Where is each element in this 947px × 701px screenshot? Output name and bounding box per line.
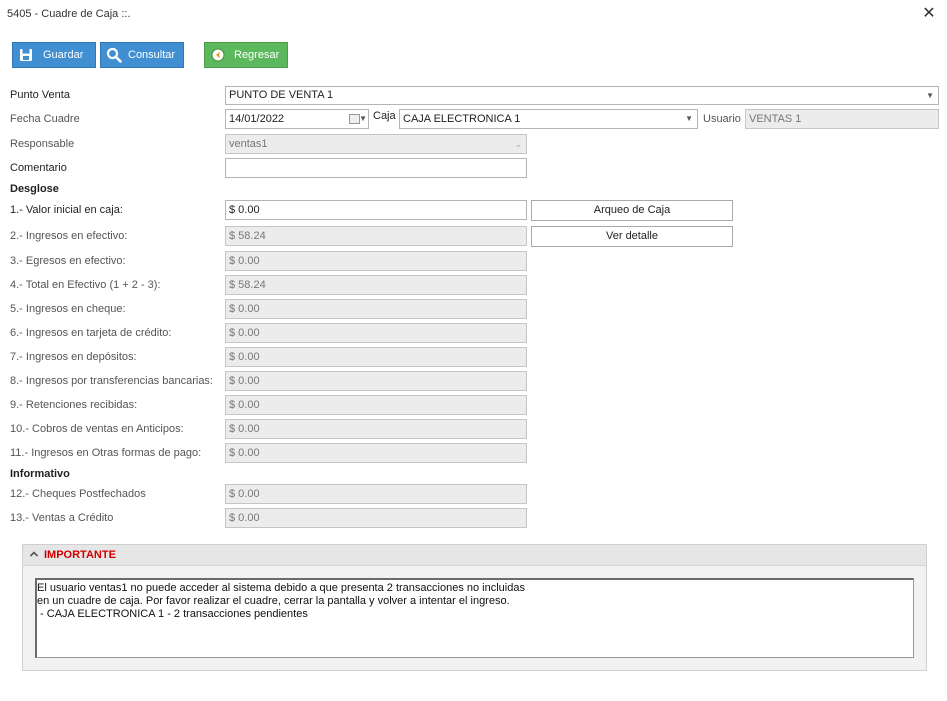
- responsable-label: Responsable: [10, 138, 75, 150]
- floppy-disk-icon: [13, 43, 39, 67]
- caja-value: CAJA ELECTRONICA 1: [403, 113, 521, 125]
- depositos-value: $ 0.00: [229, 351, 260, 363]
- query-button-label: Consultar: [128, 49, 176, 61]
- usuario-field: VENTAS 1: [745, 109, 939, 129]
- punto-venta-select[interactable]: PUNTO DE VENTA 1 ▼: [225, 86, 939, 105]
- search-icon: [101, 43, 127, 67]
- transferencias-field: $ 0.00: [225, 371, 527, 391]
- important-message-line: - CAJA ELECTRONICA 1 - 2 transacciones p…: [37, 608, 308, 620]
- total-efectivo-field: $ 58.24: [225, 275, 527, 295]
- informativo-heading: Informativo: [10, 468, 70, 480]
- comentario-input[interactable]: [225, 158, 527, 178]
- desglose-label-9: 9.- Retenciones recibidas:: [10, 399, 138, 411]
- desglose-label-10: 10.- Cobros de ventas en Anticipos:: [10, 423, 184, 435]
- chevron-down-icon: ▼: [685, 114, 693, 123]
- desglose-label-11: 11.- Ingresos en Otras formas de pago:: [10, 447, 202, 459]
- important-panel: IMPORTANTE El usuario ventas1 no puede a…: [22, 544, 927, 671]
- important-message-line: El usuario ventas1 no puede acceder al s…: [37, 582, 525, 594]
- informativo-label-13: 13.- Ventas a Crédito: [10, 512, 114, 524]
- desglose-label-7: 7.- Ingresos en depósitos:: [10, 351, 137, 363]
- responsable-value: ventas1: [229, 138, 268, 150]
- responsable-select: ventas1 ⌄: [225, 134, 527, 154]
- chevron-down-icon: ▼: [926, 91, 934, 100]
- anticipos-field: $ 0.00: [225, 419, 527, 439]
- back-arrow-icon: [205, 43, 231, 67]
- tarjeta-credito-field: $ 0.00: [225, 323, 527, 343]
- total-efectivo-value: $ 58.24: [229, 279, 266, 291]
- ventas-credito-field: $ 0.00: [225, 508, 527, 528]
- save-button-label: Guardar: [43, 49, 84, 61]
- retenciones-value: $ 0.00: [229, 399, 260, 411]
- caja-select[interactable]: CAJA ELECTRONICA 1 ▼: [399, 109, 698, 129]
- ingresos-efectivo-value: $ 58.24: [229, 230, 266, 242]
- fecha-input[interactable]: 14/01/2022 ▼: [225, 109, 369, 129]
- anticipos-value: $ 0.00: [229, 423, 260, 435]
- informativo-label-12: 12.- Cheques Postfechados: [10, 488, 146, 500]
- save-button[interactable]: Guardar: [12, 42, 96, 68]
- valor-inicial-value: $ 0.00: [229, 204, 260, 216]
- fecha-label: Fecha Cuadre: [10, 113, 80, 125]
- cheques-postfechados-field: $ 0.00: [225, 484, 527, 504]
- usuario-value: VENTAS 1: [749, 113, 802, 125]
- desglose-label-3: 3.- Egresos en efectivo:: [10, 255, 126, 267]
- close-icon[interactable]: ✕: [919, 4, 939, 24]
- comentario-label: Comentario: [10, 162, 67, 174]
- egresos-efectivo-value: $ 0.00: [229, 255, 260, 267]
- punto-venta-label: Punto Venta: [10, 89, 70, 101]
- back-button[interactable]: Regresar: [204, 42, 288, 68]
- fecha-value: 14/01/2022: [229, 113, 285, 125]
- desglose-label-4: 4.- Total en Efectivo (1 + 2 - 3):: [10, 279, 161, 291]
- important-title: IMPORTANTE: [44, 549, 116, 561]
- ingresos-cheque-value: $ 0.00: [229, 303, 260, 315]
- title-bar: 5405 - Cuadre de Caja ::. ✕: [0, 0, 947, 28]
- otras-formas-pago-field: $ 0.00: [225, 443, 527, 463]
- otras-formas-pago-value: $ 0.00: [229, 447, 260, 459]
- important-message-box[interactable]: El usuario ventas1 no puede acceder al s…: [35, 578, 914, 658]
- desglose-heading: Desglose: [10, 183, 59, 195]
- ver-detalle-button[interactable]: Ver detalle: [531, 226, 733, 247]
- retenciones-field: $ 0.00: [225, 395, 527, 415]
- back-button-label: Regresar: [234, 49, 280, 61]
- desglose-label-2: 2.- Ingresos en efectivo:: [10, 230, 128, 242]
- depositos-field: $ 0.00: [225, 347, 527, 367]
- egresos-efectivo-field: $ 0.00: [225, 251, 527, 271]
- chevron-up-icon[interactable]: [29, 549, 39, 562]
- desglose-label-6: 6.- Ingresos en tarjeta de crédito:: [10, 327, 172, 339]
- desglose-label-1: 1.- Valor inicial en caja:: [10, 204, 123, 216]
- cheques-postfechados-value: $ 0.00: [229, 488, 260, 500]
- valor-inicial-input[interactable]: $ 0.00: [225, 200, 527, 220]
- calendar-chevron-icon: ▼: [359, 114, 367, 123]
- ingresos-cheque-field: $ 0.00: [225, 299, 527, 319]
- usuario-label: Usuario: [703, 113, 741, 125]
- tarjeta-credito-value: $ 0.00: [229, 327, 260, 339]
- desglose-label-8: 8.- Ingresos por transferencias bancaria…: [10, 375, 213, 387]
- caja-label: Caja: [373, 110, 396, 122]
- arqueo-de-caja-button[interactable]: Arqueo de Caja: [531, 200, 733, 221]
- desglose-label-5: 5.- Ingresos en cheque:: [10, 303, 126, 315]
- window-title: 5405 - Cuadre de Caja ::.: [7, 8, 131, 20]
- query-button[interactable]: Consultar: [100, 42, 184, 68]
- chevron-down-icon: ⌄: [514, 139, 522, 149]
- ingresos-efectivo-field: $ 58.24: [225, 226, 527, 246]
- punto-venta-value: PUNTO DE VENTA 1: [229, 89, 334, 101]
- ventas-credito-value: $ 0.00: [229, 512, 260, 524]
- transferencias-value: $ 0.00: [229, 375, 260, 387]
- important-panel-header[interactable]: IMPORTANTE: [23, 545, 926, 566]
- important-message-line: en un cuadre de caja. Por favor realizar…: [37, 595, 510, 607]
